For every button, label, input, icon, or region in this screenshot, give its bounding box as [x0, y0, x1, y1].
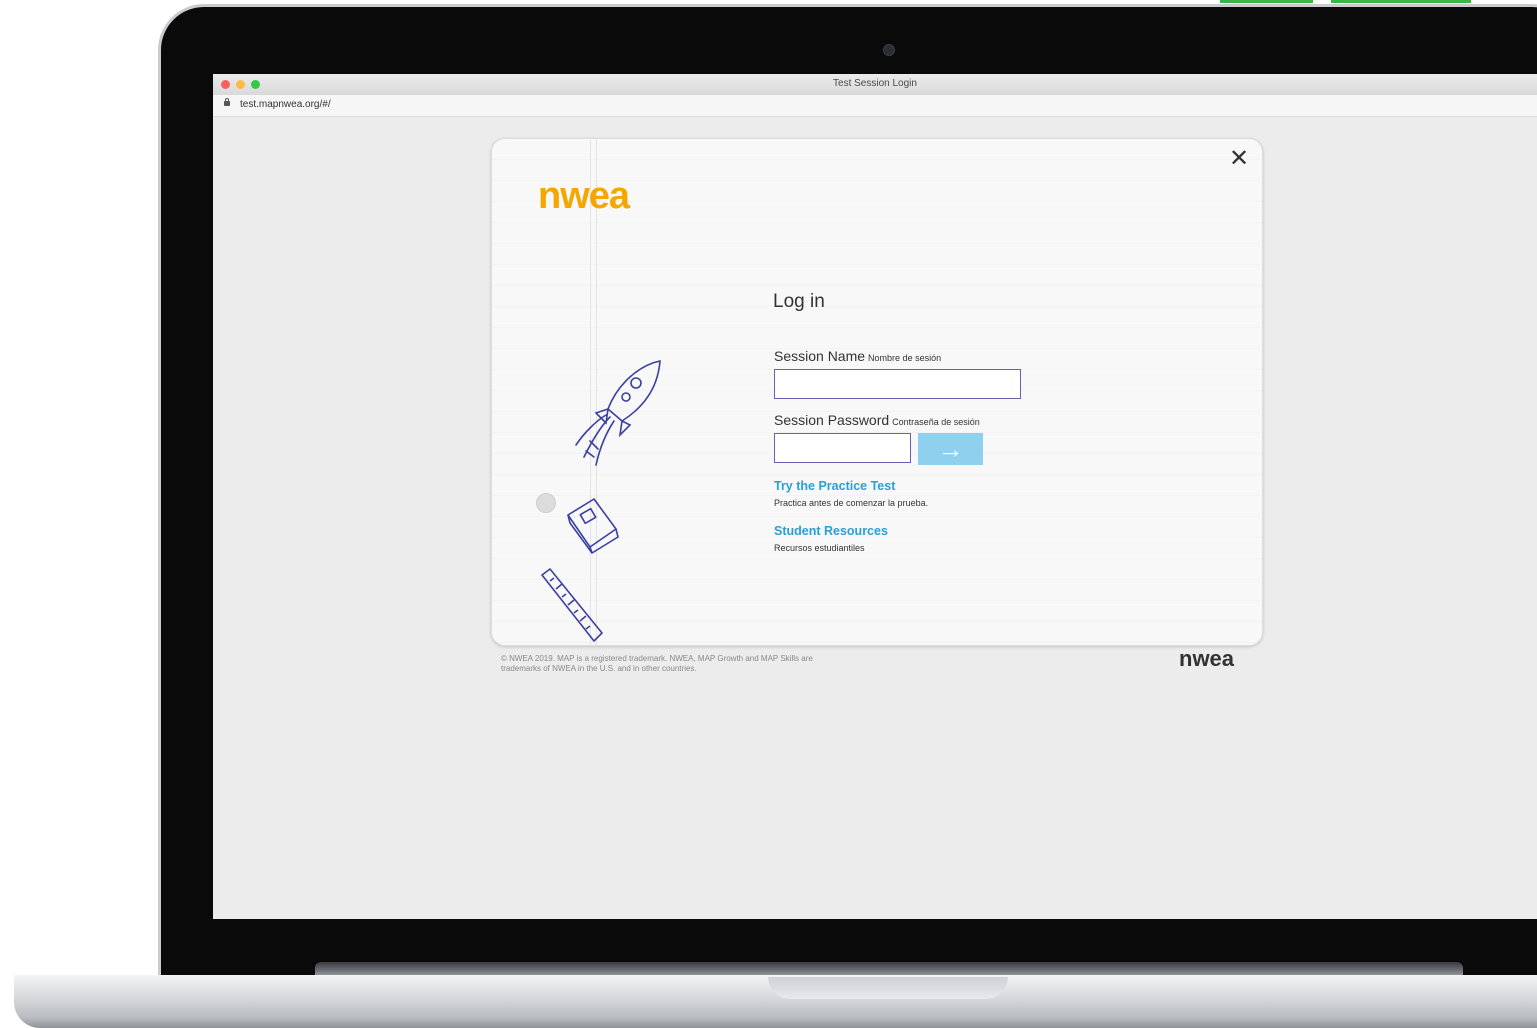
session-password-label-text: Session Password: [774, 412, 890, 428]
camera-icon: [883, 44, 895, 56]
green-tab: [1331, 0, 1471, 3]
session-name-label-text: Session Name: [774, 348, 866, 364]
login-card: ✕ nwea Log in Session Name Nombre de ses…: [491, 138, 1263, 646]
submit-arrow-button[interactable]: →: [918, 433, 983, 465]
green-tab: [1220, 0, 1313, 3]
student-resources-link[interactable]: Student Resources: [774, 524, 888, 538]
footer-nwea-logo: nwea: [1179, 646, 1235, 671]
student-resources-subtext: Recursos estudiantiles: [774, 543, 865, 553]
ruler-icon: [541, 568, 603, 642]
address-bar[interactable]: test.mapnwea.org/#/: [213, 95, 1537, 117]
practice-test-subtext: Practica antes de comenzar la prueba.: [774, 498, 929, 508]
laptop-screen: Test Session Login test.mapnwea.org/#/ ✕…: [213, 74, 1537, 919]
copyright-text: © NWEA 2019. MAP is a registered tradema…: [501, 654, 813, 673]
page-title: Log in: [773, 291, 825, 312]
url-text[interactable]: test.mapnwea.org/#/: [240, 99, 331, 110]
window-title: Test Session Login: [833, 78, 917, 89]
close-button[interactable]: ✕: [1228, 147, 1250, 171]
rocket-icon: [575, 360, 661, 466]
book-icon: [567, 498, 619, 554]
nwea-logo: nwea: [538, 175, 630, 217]
practice-test-link[interactable]: Try the Practice Test: [774, 479, 895, 493]
laptop-notch: [768, 977, 1008, 999]
lock-icon: [224, 98, 230, 106]
browser-titlebar: Test Session Login: [213, 74, 1537, 96]
session-password-input[interactable]: [774, 433, 911, 463]
session-password-sublabel: Contraseña de sesión: [892, 417, 980, 427]
session-password-label: Session Password Contraseña de sesión: [774, 412, 980, 428]
session-name-input[interactable]: [774, 369, 1021, 399]
binder-hole: [536, 493, 556, 513]
session-name-label: Session Name Nombre de sesión: [774, 348, 941, 364]
session-name-sublabel: Nombre de sesión: [868, 353, 942, 363]
laptop-hinge: [315, 962, 1463, 976]
